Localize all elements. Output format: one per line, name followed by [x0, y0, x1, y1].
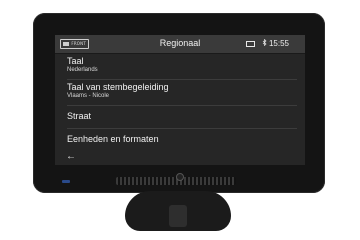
bluetooth-icon	[262, 38, 267, 48]
device-screen: FRONT Regionaal 15:55 Taal Nederlands Ta…	[55, 35, 305, 165]
device-sensor	[176, 173, 184, 181]
power-led	[62, 180, 70, 183]
menu-item-eenheden-en-formaten[interactable]: Eenheden en formaten	[67, 129, 297, 152]
item-value: Nederlands	[67, 67, 98, 73]
device-mount	[125, 191, 231, 231]
page-title: Regionaal	[159, 38, 201, 48]
item-label: Taal van stembegeleiding	[67, 82, 169, 92]
back-arrow-icon[interactable]: ←	[66, 152, 76, 162]
item-value: Vlaams - Nicole	[67, 93, 110, 99]
battery-icon	[246, 41, 255, 47]
clock: 15:55	[268, 39, 289, 48]
menu-item-taal-van-stembegeleiding[interactable]: Taal van stembegeleiding Vlaams - Nicole	[67, 80, 297, 106]
menu-item-straat[interactable]: Straat	[67, 106, 297, 129]
item-label: Eenheden en formaten	[67, 134, 159, 144]
status-bar: FRONT Regionaal 15:55	[55, 35, 305, 54]
item-label: Straat	[67, 111, 92, 121]
settings-list: Taal Nederlands Taal van stembegeleiding…	[67, 54, 297, 152]
item-label: Taal	[67, 56, 84, 66]
menu-item-taal[interactable]: Taal Nederlands	[67, 54, 297, 80]
